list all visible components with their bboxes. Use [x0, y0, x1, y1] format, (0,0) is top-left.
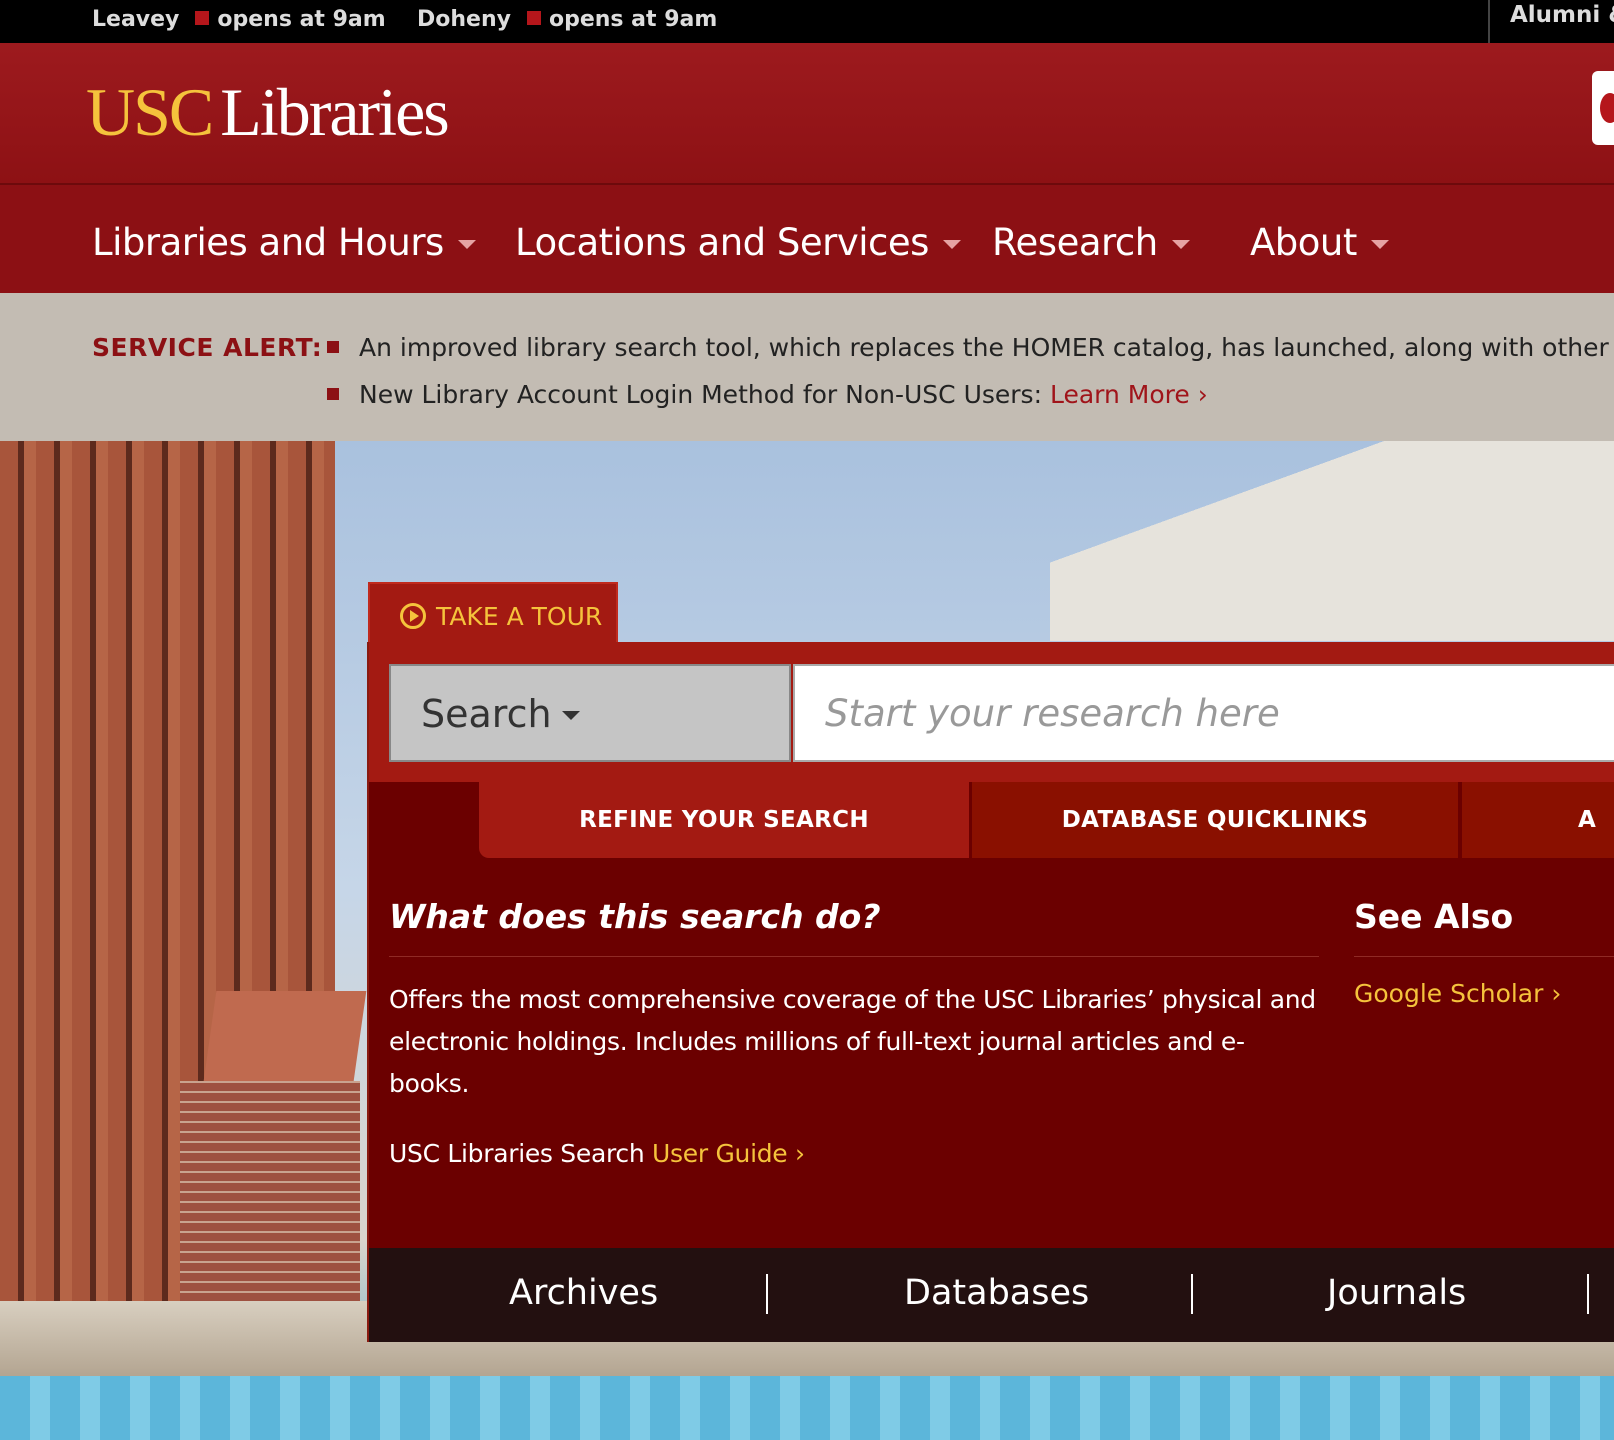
divider [766, 1274, 768, 1314]
usc-libraries-logo[interactable]: USC Libraries [86, 73, 450, 152]
main-nav: Libraries and Hours Locations and Servic… [0, 185, 1614, 293]
play-icon [400, 603, 426, 629]
library-status: opens at 9am [548, 7, 718, 32]
tab-more[interactable]: A [1462, 782, 1614, 858]
status-square-icon [526, 11, 541, 25]
tab-refine-your-search[interactable]: REFINE YOUR SEARCH [479, 782, 969, 858]
chevron-down-icon [1370, 240, 1389, 249]
nav-libraries-and-hours[interactable]: Libraries and Hours [92, 221, 476, 264]
search-type-dropdown[interactable]: Search [389, 664, 791, 762]
alumni-link[interactable]: Alumni & [1488, 0, 1614, 43]
reflecting-pool [0, 1376, 1614, 1440]
google-scholar-link[interactable]: Google Scholar › [1354, 979, 1614, 1008]
bullet-icon [327, 388, 339, 400]
nav-label: Libraries and Hours [92, 221, 444, 264]
hours-doheny[interactable]: Doheny opens at 9am [417, 7, 717, 32]
hours-bar: Leavey opens at 9am Doheny opens at 9am Al… [0, 0, 1614, 43]
nav-locations-and-services[interactable]: Locations and Services [515, 221, 961, 264]
library-status: opens at 9am [217, 7, 386, 32]
search-bar: Search [369, 642, 1614, 782]
user-guide-link[interactable]: User Guide › [652, 1139, 805, 1168]
nav-research[interactable]: Research [992, 221, 1190, 264]
dropdown-label: Search [421, 692, 552, 736]
nav-label: Research [992, 221, 1158, 264]
alert-label: SERVICE ALERT: [92, 333, 323, 362]
bullet-icon [327, 341, 339, 353]
info-description: Offers the most comprehensive coverage o… [389, 985, 1316, 1098]
logo-libraries: Libraries [220, 74, 449, 150]
search-input[interactable] [793, 664, 1614, 762]
tab-database-quicklinks[interactable]: DATABASE QUICKLINKS [972, 782, 1458, 858]
library-name: Doheny [417, 7, 511, 32]
search-info: What does this search do? Offers the mos… [389, 897, 1319, 1175]
user-guide-line: USC Libraries Search User Guide › [389, 1133, 1319, 1175]
chevron-down-icon [1171, 240, 1190, 249]
divider [1587, 1274, 1589, 1314]
quicklinks-bar: Archives Databases Journals [369, 1248, 1614, 1342]
info-heading: What does this search do? [389, 897, 1319, 957]
alert-item: An improved library search tool, which r… [327, 333, 1614, 362]
hours-leavey[interactable]: Leavey opens at 9am [92, 7, 386, 32]
alert-text: New Library Account Login Method for Non… [359, 380, 1050, 409]
chevron-down-icon [561, 711, 580, 720]
library-name: Leavey [92, 7, 180, 32]
quicklink-archives[interactable]: Archives [509, 1273, 658, 1313]
see-also-heading: See Also [1354, 897, 1614, 957]
divider [1191, 1274, 1193, 1314]
alert-text: An improved library search tool, which r… [359, 333, 1614, 362]
guide-prefix: USC Libraries Search [389, 1139, 653, 1168]
nav-about[interactable]: About [1250, 221, 1389, 264]
service-alert: SERVICE ALERT: An improved library searc… [0, 293, 1614, 441]
learn-more-link[interactable]: Learn More › [1050, 380, 1208, 409]
nav-label: Locations and Services [515, 221, 929, 264]
tour-label: TAKE A TOUR [436, 602, 603, 631]
search-panel: Search REFINE YOUR SEARCH DATABASE QUICK… [367, 642, 1614, 1342]
logo-usc: USC [86, 74, 214, 150]
quicklink-databases[interactable]: Databases [904, 1273, 1089, 1313]
library-building [1050, 441, 1614, 641]
nav-label: About [1250, 221, 1357, 264]
roof [203, 991, 367, 1081]
alert-item: New Library Account Login Method for Non… [327, 380, 1208, 409]
chevron-down-icon [942, 240, 961, 249]
chevron-down-icon [457, 240, 476, 249]
site-header: USC Libraries [0, 43, 1614, 185]
status-square-icon [195, 11, 210, 25]
header-action-button[interactable] [1592, 71, 1614, 145]
quicklink-journals[interactable]: Journals [1327, 1273, 1466, 1313]
see-also: See Also Google Scholar › [1354, 897, 1614, 1008]
search-tabs: REFINE YOUR SEARCH DATABASE QUICKLINKS A [369, 782, 1614, 858]
